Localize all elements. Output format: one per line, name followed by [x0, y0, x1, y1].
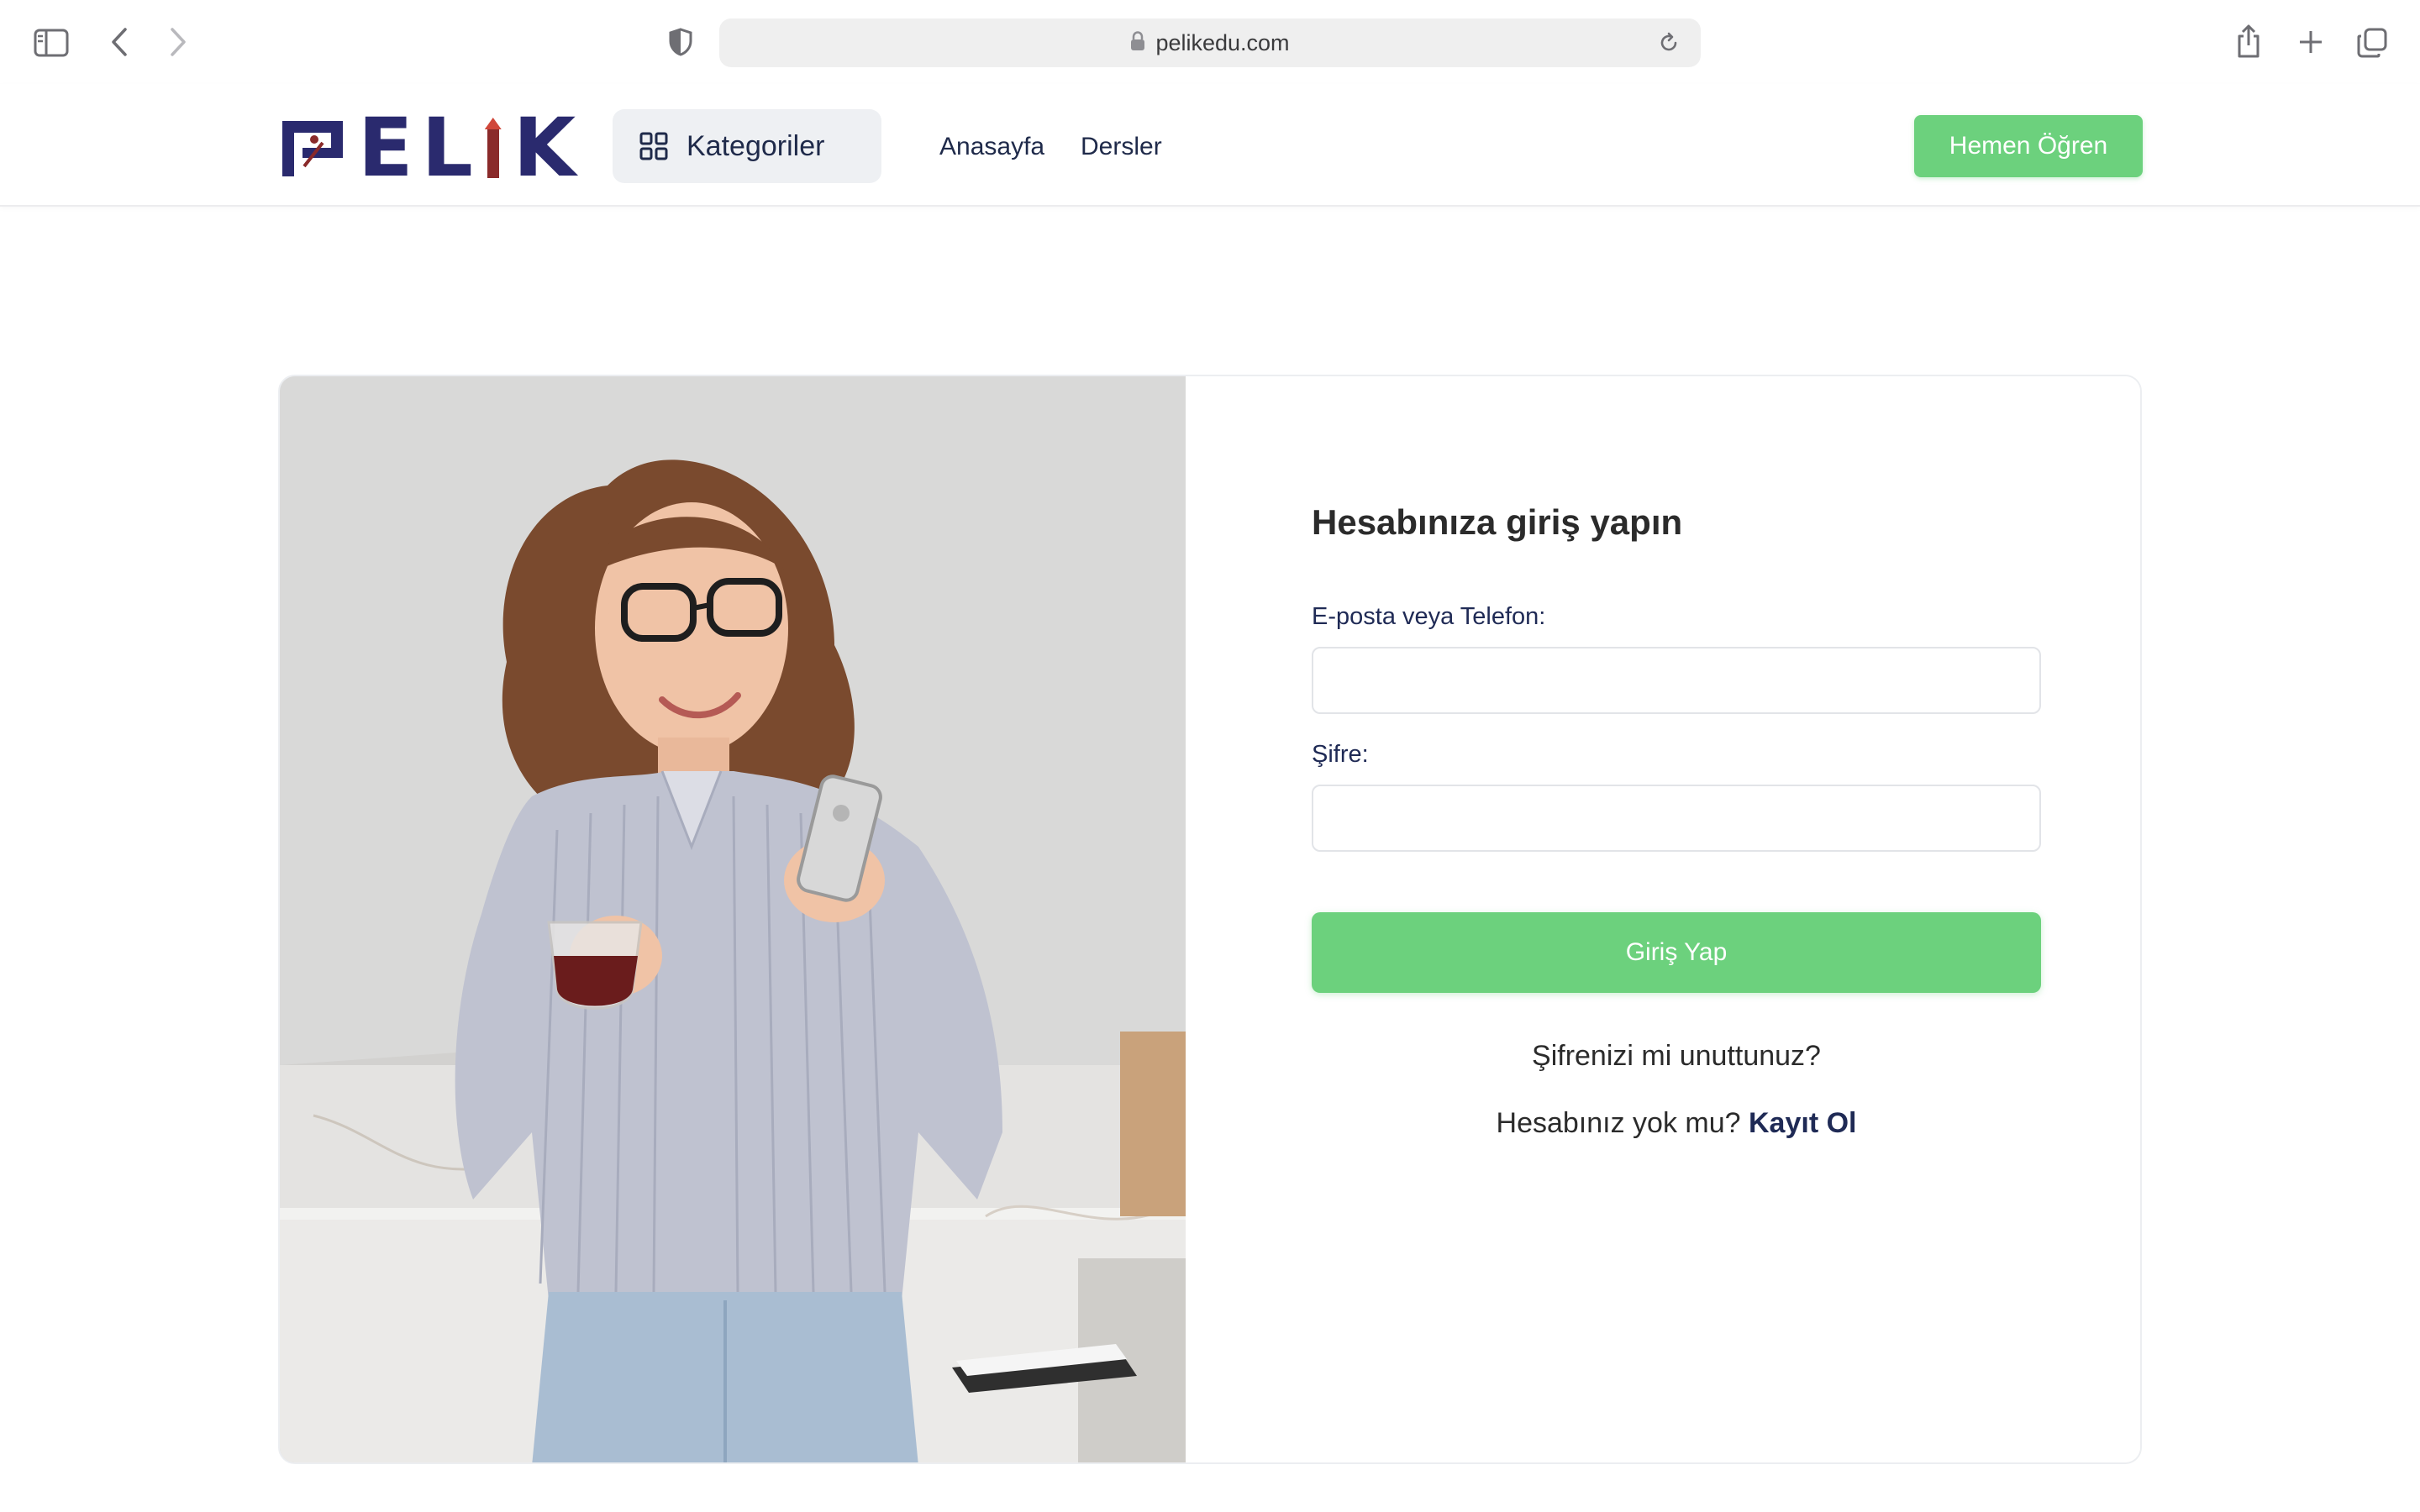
back-icon[interactable] [104, 25, 134, 59]
url-text: pelikedu.com [1155, 29, 1290, 55]
login-submit-button[interactable]: Giriş Yap [1312, 912, 2041, 993]
learn-now-button[interactable]: Hemen Öğren [1914, 115, 2143, 177]
logo-letters-el: EL [358, 101, 481, 195]
logo-text: EL K [358, 101, 585, 195]
logo-pencil-i-icon [484, 118, 502, 178]
nav-link-home[interactable]: Anasayfa [939, 133, 1044, 161]
browser-toolbar: pelikedu.com [0, 0, 2420, 84]
logo-mark-icon [282, 121, 343, 176]
logo-letter-k: K [513, 101, 585, 195]
reload-icon[interactable] [1655, 29, 1682, 56]
hero-photo [280, 376, 1186, 1462]
lock-icon [1130, 31, 1145, 55]
logo[interactable]: EL K [279, 101, 585, 195]
nav-link-courses[interactable]: Dersler [1081, 133, 1162, 161]
share-icon[interactable] [2232, 22, 2265, 60]
tabs-overview-icon[interactable] [2354, 25, 2390, 60]
email-field[interactable] [1312, 647, 2041, 714]
site-header: EL K Kategoriler Anasayfa Dersler Hemen Ö… [0, 84, 2420, 207]
signup-prompt: Hesabınız yok mu? Kayıt Ol [1312, 1107, 2041, 1140]
login-form: Hesabınıza giriş yapın E-posta veya Tele… [1186, 376, 2140, 1462]
signup-prompt-text: Hesabınız yok mu? [1496, 1107, 1741, 1139]
signup-link[interactable]: Kayıt Ol [1749, 1107, 1856, 1139]
shield-icon[interactable] [664, 25, 697, 59]
password-label: Şifre: [1312, 741, 1369, 768]
forgot-password-link[interactable]: Şifrenizi mi unuttunuz? [1312, 1040, 2041, 1073]
email-label: E-posta veya Telefon: [1312, 603, 1546, 630]
categories-button[interactable]: Kategoriler [613, 109, 881, 183]
new-tab-icon[interactable] [2294, 25, 2328, 59]
grid-icon [639, 132, 668, 160]
categories-label: Kategoriler [687, 129, 825, 162]
forward-icon[interactable] [163, 25, 193, 59]
login-title: Hesabınıza giriş yapın [1312, 502, 1683, 542]
password-field[interactable] [1312, 785, 2041, 852]
address-bar[interactable]: pelikedu.com [719, 18, 1701, 67]
sidebar-icon[interactable] [34, 29, 69, 57]
woman-with-phone-illustration [280, 376, 1186, 1462]
login-card: Hesabınıza giriş yapın E-posta veya Tele… [278, 375, 2142, 1464]
